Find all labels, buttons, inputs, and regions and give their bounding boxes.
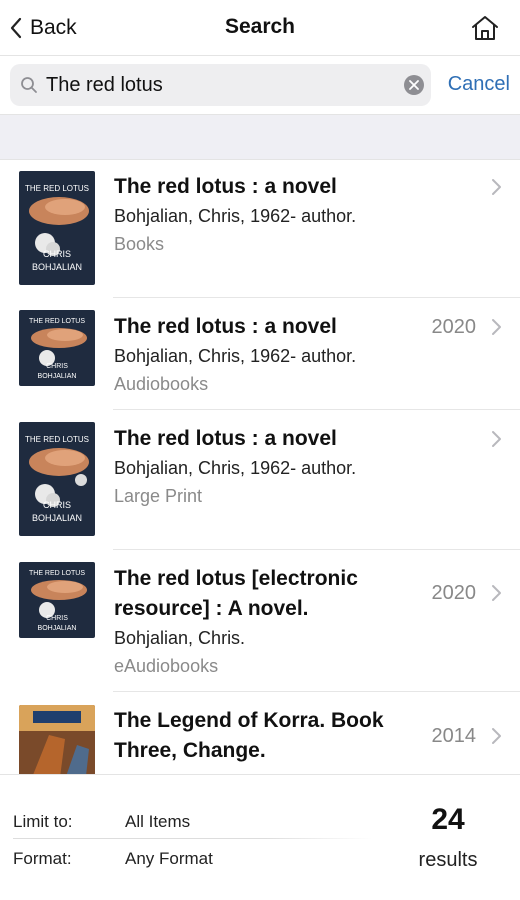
search-bar: Cancel [0, 56, 520, 114]
result-title-line-1: The Legend of Korra. Book [114, 709, 384, 732]
chevron-right-icon [492, 728, 501, 744]
format-selector[interactable]: Any Format [125, 849, 213, 869]
result-title-line-2: Three, Change. [114, 739, 266, 762]
svg-text:THE RED LOTUS: THE RED LOTUS [29, 570, 85, 577]
book-cover: THE RED LOTUS CHRIS BOHJALIAN [19, 422, 95, 536]
filter-footer: Limit to: All Items Format: Any Format 2… [0, 774, 520, 900]
cancel-button[interactable]: Cancel [448, 73, 510, 96]
result-year: 2020 [431, 582, 477, 604]
result-author: Bohjalian, Chris. [114, 628, 246, 648]
page-title: Search [224, 15, 296, 38]
chevron-right-icon [492, 319, 501, 335]
search-input[interactable] [46, 70, 396, 100]
footer-divider [13, 838, 373, 839]
result-author: Bohjalian, Chris, 1962- author. [114, 346, 357, 366]
result-year: 2020 [431, 316, 477, 338]
result-title-line-2: resource] : A novel. [114, 597, 309, 620]
result-format: eAudiobooks [114, 656, 219, 676]
svg-text:BOHJALIAN: BOHJALIAN [38, 625, 77, 632]
clear-circle-icon [409, 80, 419, 90]
chevron-right-icon [492, 585, 501, 601]
limit-label: Limit to: [13, 812, 73, 831]
result-year: 2014 [431, 725, 477, 747]
svg-text:CHRIS: CHRIS [43, 500, 71, 510]
book-cover [19, 705, 95, 774]
magnifier-icon [21, 77, 37, 93]
svg-text:CHRIS: CHRIS [43, 249, 71, 259]
results-list[interactable]: THE RED LOTUS CHRIS BOHJALIAN The red lo… [0, 160, 520, 774]
result-title: The red lotus : a novel [114, 427, 337, 450]
result-row[interactable]: The Legend of Korra. Book Three, Change.… [0, 692, 520, 774]
svg-text:BOHJALIAN: BOHJALIAN [32, 262, 82, 272]
chevron-right-icon [492, 431, 501, 447]
chevron-right-icon [492, 179, 501, 195]
book-cover: THE RED LOTUS CHRIS BOHJALIAN [19, 310, 95, 386]
result-count-label: results [418, 849, 478, 871]
format-label: Format: [13, 849, 72, 868]
svg-text:THE RED LOTUS: THE RED LOTUS [25, 435, 89, 444]
svg-text:BOHJALIAN: BOHJALIAN [38, 373, 77, 380]
result-format: Books [114, 234, 165, 254]
svg-text:THE RED LOTUS: THE RED LOTUS [29, 318, 85, 325]
result-title: The red lotus : a novel [114, 315, 337, 338]
result-row[interactable]: THE RED LOTUS CHRIS BOHJALIAN The red lo… [0, 298, 520, 410]
book-cover: THE RED LOTUS CHRIS BOHJALIAN [19, 171, 95, 285]
limit-selector[interactable]: All Items [125, 812, 190, 832]
result-format: Large Print [114, 486, 203, 506]
result-format: Audiobooks [114, 374, 209, 394]
result-author: Bohjalian, Chris, 1962- author. [114, 206, 357, 226]
navigation-bar: Back Search [0, 0, 520, 56]
result-row[interactable]: THE RED LOTUS CHRIS BOHJALIAN The red lo… [0, 160, 520, 298]
result-author: Bohjalian, Chris, 1962- author. [114, 458, 357, 478]
svg-text:BOHJALIAN: BOHJALIAN [32, 513, 82, 523]
search-field[interactable] [10, 64, 431, 106]
result-row[interactable]: THE RED LOTUS CHRIS BOHJALIAN The red lo… [0, 410, 520, 550]
home-icon [472, 16, 498, 40]
section-separator [0, 114, 520, 160]
svg-text:CHRIS: CHRIS [46, 615, 68, 622]
result-title-line-1: The red lotus [electronic [114, 567, 358, 590]
result-title: The red lotus : a novel [114, 175, 337, 198]
clear-search-button[interactable] [404, 75, 424, 95]
book-cover: THE RED LOTUS CHRIS BOHJALIAN [19, 562, 95, 638]
svg-text:THE RED LOTUS: THE RED LOTUS [25, 184, 89, 193]
result-row[interactable]: THE RED LOTUS CHRIS BOHJALIAN The red lo… [0, 550, 520, 692]
svg-text:CHRIS: CHRIS [46, 363, 68, 370]
result-count: 24 [431, 803, 465, 836]
home-button[interactable] [470, 14, 500, 42]
